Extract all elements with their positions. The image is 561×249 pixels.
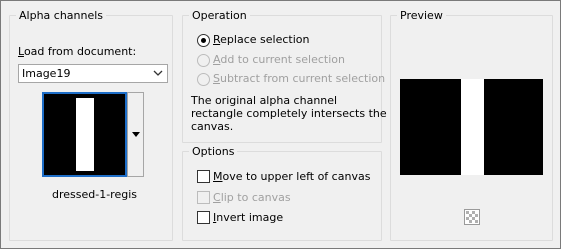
- replace-selection-radio[interactable]: [197, 34, 210, 47]
- document-select-value: Image19: [22, 67, 71, 80]
- alpha-channels-title: Alpha channels: [16, 9, 107, 22]
- chevron-down-icon: [153, 70, 163, 76]
- clip-to-canvas-checkbox[interactable]: [197, 191, 210, 204]
- alpha-channel-thumbnail[interactable]: [42, 92, 127, 177]
- move-to-upper-left-label[interactable]: Move to upper left of canvas: [213, 170, 370, 184]
- dropdown-arrow-icon: [132, 132, 140, 137]
- preview-title: Preview: [397, 9, 446, 22]
- add-to-selection-radio[interactable]: [197, 54, 210, 67]
- radio-selected-dot: [201, 38, 206, 43]
- invert-image-checkbox[interactable]: [197, 211, 210, 224]
- invert-image-label[interactable]: Invert image: [213, 211, 283, 225]
- thumbnail-stripe: [76, 98, 94, 171]
- channel-name-label: dressed-1-regis: [52, 188, 137, 201]
- add-to-selection-label[interactable]: Add to current selection: [213, 53, 345, 67]
- subtract-from-selection-radio[interactable]: [197, 73, 210, 86]
- transparency-zoom-icon[interactable]: [464, 209, 480, 225]
- preview-stripe: [461, 79, 484, 175]
- channel-dropdown-button[interactable]: [127, 92, 144, 177]
- options-title: Options: [189, 145, 238, 158]
- clip-to-canvas-label[interactable]: Clip to canvas: [213, 191, 291, 205]
- operation-title: Operation: [189, 9, 250, 22]
- operation-message-line3: canvas.: [191, 120, 234, 133]
- operation-message-line2: rectangle completely intersects the: [191, 107, 387, 120]
- document-select[interactable]: Image19: [18, 64, 168, 83]
- operation-message-line1: The original alpha channel: [191, 94, 338, 107]
- move-to-upper-left-checkbox[interactable]: [197, 170, 210, 183]
- load-from-document-label: Load from document:: [18, 45, 137, 58]
- subtract-from-selection-label[interactable]: Subtract from current selection: [213, 72, 385, 86]
- preview-image: [400, 79, 543, 175]
- replace-selection-label[interactable]: Replace selection: [213, 33, 309, 47]
